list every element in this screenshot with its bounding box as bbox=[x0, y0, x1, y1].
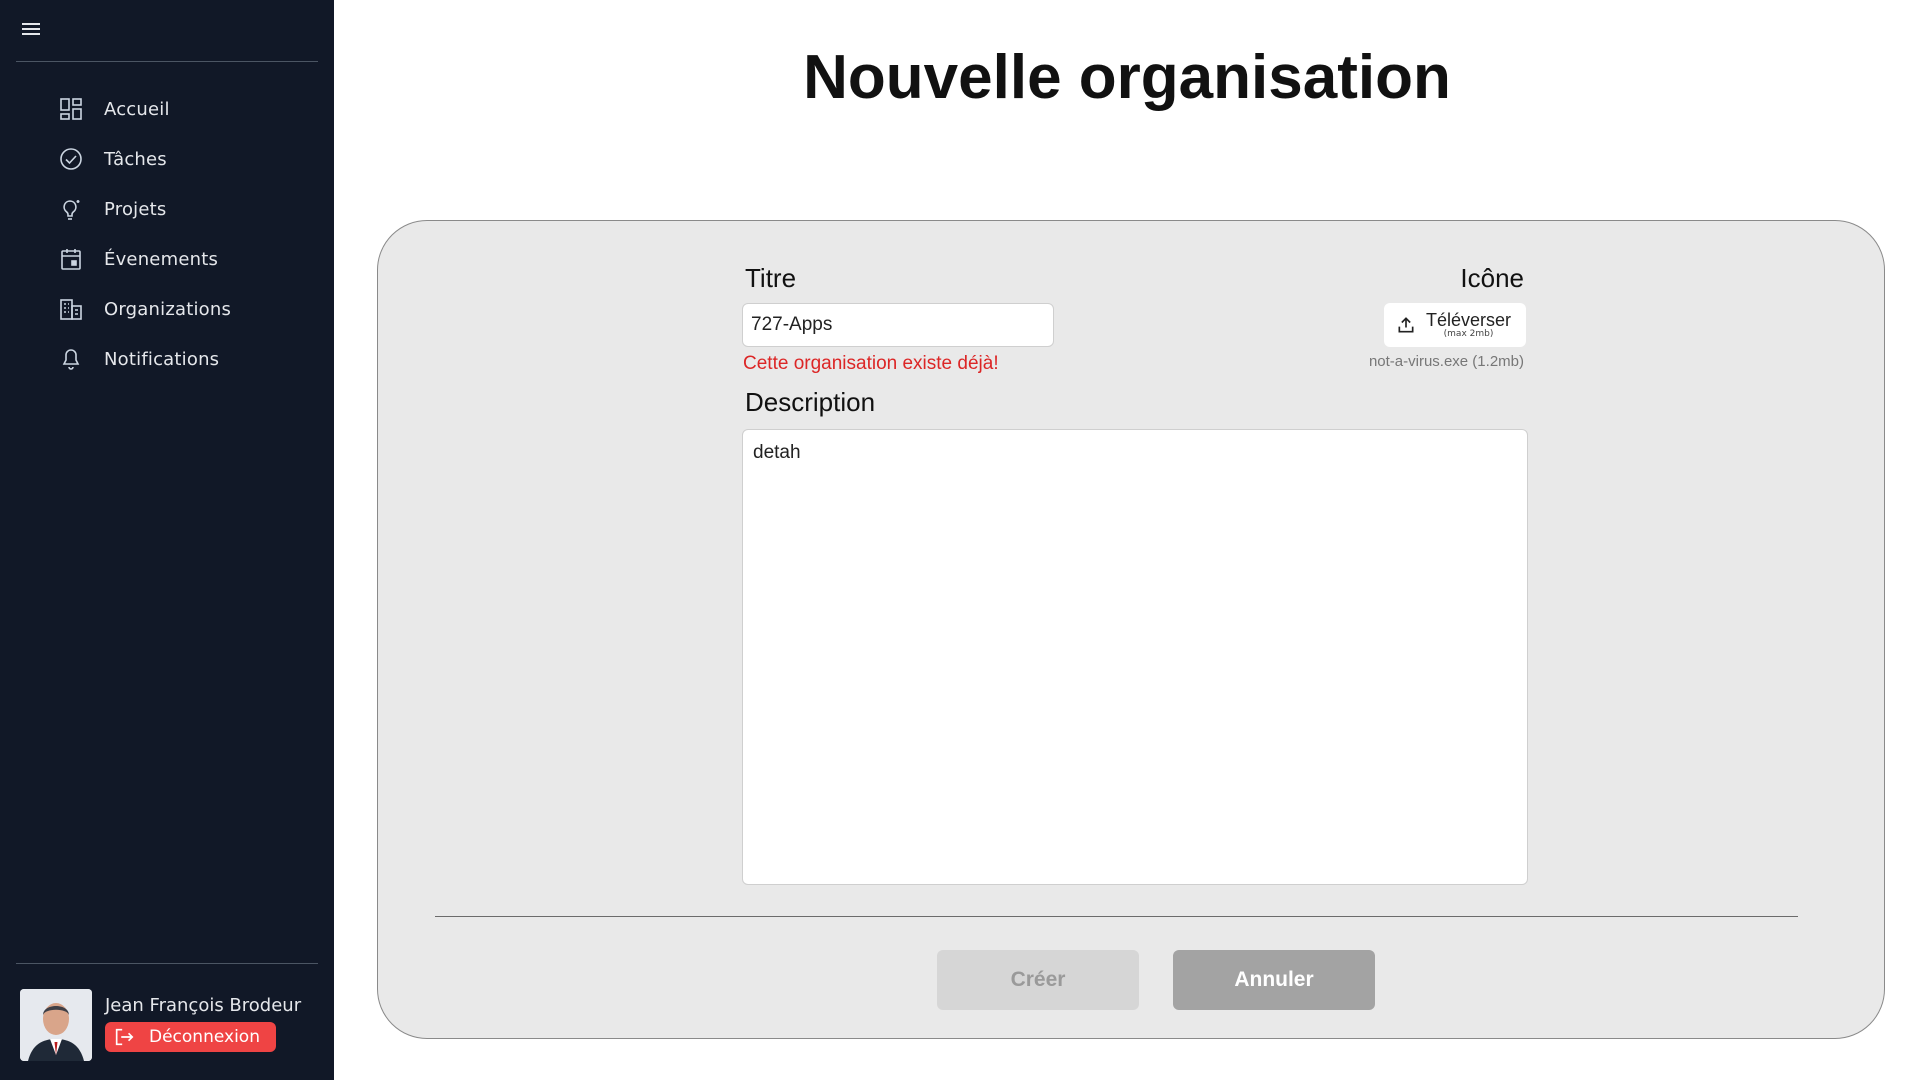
title-input[interactable]: 727-Apps bbox=[742, 303, 1054, 347]
calendar-icon bbox=[58, 246, 84, 272]
user-name: Jean François Brodeur bbox=[105, 995, 302, 1016]
upload-text: Téléverser (max 2mb) bbox=[1426, 311, 1511, 339]
sidebar-item-organizations[interactable]: Organizations bbox=[58, 284, 231, 334]
sidebar-item-label: Accueil bbox=[104, 98, 170, 120]
cancel-button[interactable]: Annuler bbox=[1173, 950, 1375, 1010]
bell-icon bbox=[58, 346, 84, 372]
sidebar-item-evenements[interactable]: Évenements bbox=[58, 234, 231, 284]
description-label: Description bbox=[745, 387, 876, 417]
sidebar-item-accueil[interactable]: Accueil bbox=[58, 84, 231, 134]
sidebar-divider-bottom bbox=[16, 963, 318, 964]
sidebar-item-label: Évenements bbox=[104, 248, 219, 270]
icon-label: Icône bbox=[1460, 263, 1524, 293]
uploaded-file-name: not-a-virus.exe (1.2mb) bbox=[1368, 353, 1524, 370]
sidebar-item-label: Organizations bbox=[104, 298, 232, 320]
sidebar: Accueil Tâches Projets Évenements Organi… bbox=[0, 0, 334, 1080]
hamburger-icon[interactable] bbox=[22, 20, 40, 38]
sidebar-item-label: Tâches bbox=[104, 148, 167, 170]
user-panel: Jean François Brodeur Déconnexion bbox=[20, 989, 301, 1061]
create-button[interactable]: Créer bbox=[937, 950, 1139, 1010]
logout-icon bbox=[115, 1028, 134, 1046]
title-label: Titre bbox=[745, 263, 797, 293]
upload-size-limit: (max 2mb) bbox=[1443, 329, 1494, 339]
description-textarea[interactable]: detah bbox=[742, 429, 1528, 885]
logout-label: Déconnexion bbox=[149, 1027, 260, 1047]
check-circle-icon bbox=[58, 146, 84, 172]
sidebar-item-projets[interactable]: Projets bbox=[58, 184, 231, 234]
building-icon bbox=[58, 296, 84, 322]
sidebar-item-taches[interactable]: Tâches bbox=[58, 134, 231, 184]
sidebar-item-label: Projets bbox=[104, 198, 167, 220]
lightbulb-icon bbox=[58, 196, 84, 222]
form-divider bbox=[435, 916, 1798, 917]
upload-label: Téléverser bbox=[1426, 310, 1512, 330]
avatar bbox=[20, 989, 92, 1061]
sidebar-nav: Accueil Tâches Projets Évenements Organi… bbox=[58, 84, 231, 384]
sidebar-item-label: Notifications bbox=[104, 348, 220, 370]
upload-icon bbox=[1398, 317, 1414, 333]
sidebar-item-notifications[interactable]: Notifications bbox=[58, 334, 231, 384]
dashboard-grid-icon bbox=[58, 96, 84, 122]
sidebar-divider-top bbox=[16, 61, 318, 62]
user-info: Jean François Brodeur Déconnexion bbox=[105, 989, 301, 1061]
organization-form: Titre 727-Apps Cette organisation existe… bbox=[377, 220, 1885, 1039]
upload-button[interactable]: Téléverser (max 2mb) bbox=[1384, 303, 1526, 347]
title-error-message: Cette organisation existe déjà! bbox=[743, 353, 999, 374]
page-title: Nouvelle organisation bbox=[803, 43, 1451, 112]
logout-button[interactable]: Déconnexion bbox=[105, 1022, 276, 1052]
